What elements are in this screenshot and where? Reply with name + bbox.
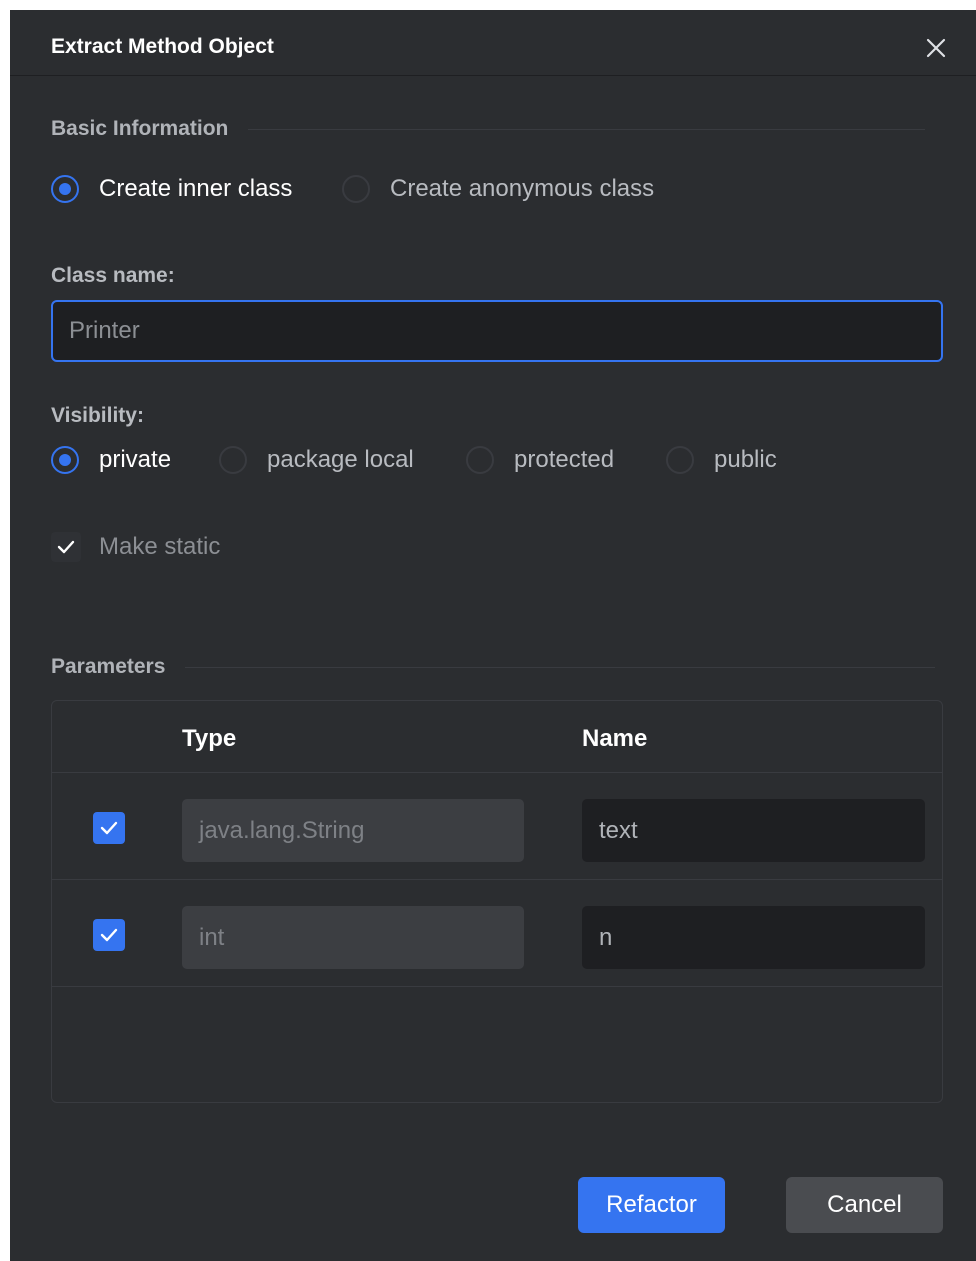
radio-indicator bbox=[51, 175, 79, 203]
column-header-name: Name bbox=[582, 725, 648, 752]
visibility-protected-radio[interactable]: protected bbox=[466, 446, 614, 474]
parameter-type-field: java.lang.String bbox=[182, 799, 524, 862]
parameter-name-field[interactable]: n bbox=[582, 906, 925, 969]
table-header: Type Name bbox=[52, 701, 942, 773]
make-static-checkbox[interactable]: Make static bbox=[51, 532, 220, 562]
refactor-button[interactable]: Refactor bbox=[578, 1177, 725, 1233]
radio-indicator bbox=[666, 446, 694, 474]
table-row: int n bbox=[52, 880, 942, 987]
cancel-button[interactable]: Cancel bbox=[786, 1177, 943, 1233]
class-name-input[interactable] bbox=[51, 300, 943, 362]
visibility-package-local-radio[interactable]: package local bbox=[219, 446, 414, 474]
parameter-checkbox[interactable] bbox=[93, 919, 125, 951]
visibility-public-radio[interactable]: public bbox=[666, 446, 777, 474]
separator bbox=[248, 128, 926, 130]
close-icon bbox=[926, 38, 946, 58]
make-static-label: Make static bbox=[99, 533, 221, 560]
radio-indicator bbox=[466, 446, 494, 474]
basic-information-label: Basic Information bbox=[51, 117, 229, 140]
visibility-private-label: private bbox=[99, 446, 172, 473]
table-row: java.lang.String text bbox=[52, 773, 942, 880]
checkmark-icon bbox=[100, 821, 118, 835]
create-inner-class-radio[interactable]: Create inner class bbox=[51, 175, 292, 203]
radio-indicator bbox=[219, 446, 247, 474]
radio-indicator bbox=[51, 446, 79, 474]
make-static-box bbox=[51, 532, 81, 562]
checkmark-icon bbox=[57, 540, 75, 554]
radio-indicator bbox=[342, 175, 370, 203]
visibility-public-label: public bbox=[714, 446, 777, 473]
parameters-label: Parameters bbox=[51, 655, 166, 678]
create-inner-class-label: Create inner class bbox=[99, 175, 293, 202]
visibility-label: Visibility: bbox=[51, 404, 144, 427]
visibility-protected-label: protected bbox=[514, 446, 615, 473]
checkmark-icon bbox=[100, 928, 118, 942]
parameters-header: Parameters bbox=[51, 654, 936, 680]
column-header-type: Type bbox=[182, 725, 237, 752]
parameter-type-field: int bbox=[182, 906, 524, 969]
create-anonymous-class-label: Create anonymous class bbox=[390, 175, 655, 202]
close-button[interactable] bbox=[920, 32, 952, 64]
parameters-table: Type Name java.lang.String text int n bbox=[51, 700, 943, 1103]
dialog-title: Extract Method Object bbox=[51, 35, 274, 58]
parameter-checkbox[interactable] bbox=[93, 812, 125, 844]
dialog-titlebar: Extract Method Object bbox=[10, 10, 976, 76]
separator bbox=[185, 666, 936, 668]
extract-method-object-dialog: Extract Method Object Basic Information … bbox=[10, 10, 976, 1261]
class-name-label: Class name: bbox=[51, 264, 175, 287]
visibility-private-radio[interactable]: private bbox=[51, 446, 171, 474]
create-anonymous-class-radio[interactable]: Create anonymous class bbox=[342, 175, 654, 203]
parameter-name-field[interactable]: text bbox=[582, 799, 925, 862]
visibility-package-local-label: package local bbox=[267, 446, 414, 473]
basic-information-header: Basic Information bbox=[51, 116, 926, 142]
